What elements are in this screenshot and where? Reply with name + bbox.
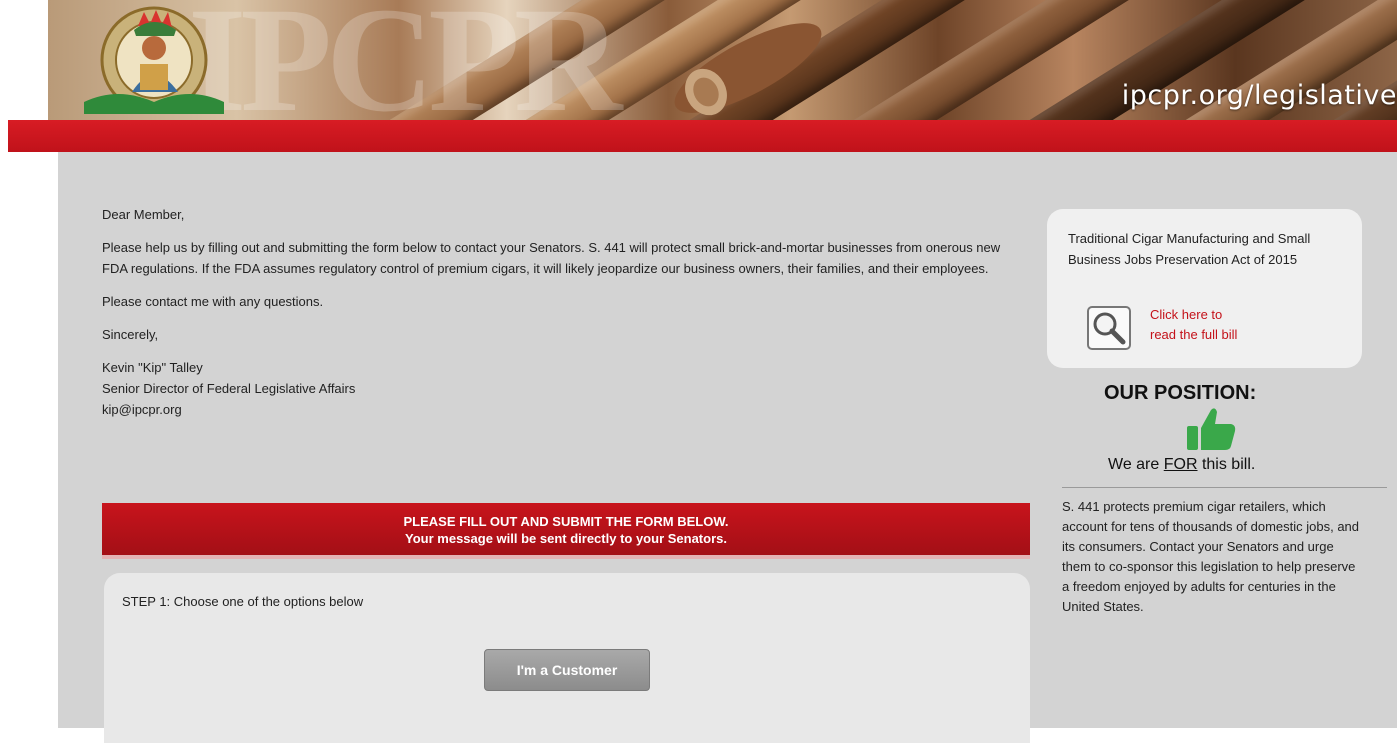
member-letter: Dear Member, Please help us by filling o… <box>102 204 1027 420</box>
bill-link-line-2: read the full bill <box>1150 327 1238 342</box>
position-post-text: this bill. <box>1197 456 1256 473</box>
thumbs-up-icon <box>1187 408 1236 450</box>
step-1-label: STEP 1: Choose one of the options below <box>122 594 364 609</box>
sidebar-divider <box>1062 487 1387 488</box>
signature-title: Senior Director of Federal Legislative A… <box>102 381 356 396</box>
position-statement: We are FOR this bill. <box>1108 456 1255 474</box>
letter-body-paragraph: Please help us by filling out and submit… <box>102 240 1001 276</box>
position-heading: OUR POSITION: <box>1104 382 1257 404</box>
header-red-bar <box>8 120 1397 152</box>
header-banner: IPCPR ipcpr.org/legislative <box>0 0 1397 152</box>
view-bill-button[interactable] <box>1087 306 1131 350</box>
magnifier-icon <box>1093 312 1126 345</box>
form-header-line-2: Your message will be sent directly to yo… <box>405 531 727 546</box>
banner-url-text: ipcpr.org/legislative <box>1121 80 1397 111</box>
letter-contact-line: Please contact me with any questions. <box>102 294 324 309</box>
form-header-line-1: PLEASE FILL OUT AND SUBMIT THE FORM BELO… <box>403 514 729 529</box>
logo-letters: IPCPR <box>188 0 622 143</box>
bill-summary-text: S. 441 protects premium cigar retailers,… <box>1062 499 1360 614</box>
bill-title: Traditional Cigar Manufacturing and Smal… <box>1068 231 1311 267</box>
im-a-customer-button[interactable]: I'm a Customer <box>484 649 650 691</box>
read-full-bill-link[interactable]: Click here to read the full bill <box>1150 305 1290 345</box>
ipcpr-logo-icon <box>84 6 224 114</box>
signature-email: kip@ipcpr.org <box>102 402 182 417</box>
letter-closing: Sincerely, <box>102 327 159 342</box>
letter-signature: Kevin "Kip" Talley Senior Director of Fe… <box>102 357 1027 420</box>
letter-salutation: Dear Member, <box>102 207 185 222</box>
signature-name: Kevin "Kip" Talley <box>102 360 203 375</box>
bill-link-line-1: Click here to <box>1150 307 1223 322</box>
form-instructions-banner: PLEASE FILL OUT AND SUBMIT THE FORM BELO… <box>102 503 1030 559</box>
position-pre-text: We are <box>1108 456 1164 473</box>
position-for-text: FOR <box>1163 456 1198 473</box>
